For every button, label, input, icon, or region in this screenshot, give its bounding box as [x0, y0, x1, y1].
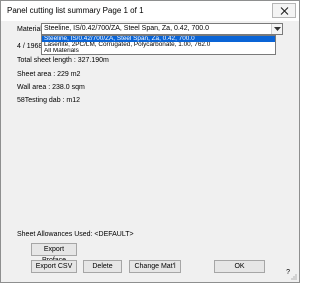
window-title: Panel cutting list summary Page 1 of 1	[7, 6, 144, 15]
testing-value: 58Testing dab : m12	[17, 97, 81, 104]
sheet-area: Sheet area : 229 m2	[17, 71, 81, 78]
resize-grip-icon[interactable]	[291, 274, 297, 280]
help-icon[interactable]: ?	[286, 269, 290, 276]
title-bar: Panel cutting list summary Page 1 of 1	[1, 1, 299, 21]
export-proface-button[interactable]: Export Proface	[31, 243, 77, 264]
wall-area: Wall area : 238.0 sqm	[17, 84, 85, 91]
dropdown-option[interactable]: All Materials	[42, 48, 275, 54]
sheet-allowances-text: Sheet Allowances Used: <DEFAULT>	[17, 231, 134, 238]
change-material-button[interactable]: Change Mat'l	[129, 260, 181, 273]
close-button[interactable]	[272, 3, 296, 18]
material-label: Material	[17, 26, 42, 33]
panel-cutting-dialog: Panel cutting list summary Page 1 of 1 M…	[0, 0, 300, 283]
close-icon	[280, 7, 289, 15]
total-sheet-length: Total sheet length : 327.190m	[17, 57, 109, 64]
material-selected-value: Steeline, IS/0.42/700/ZA, Steel Span, Za…	[44, 25, 209, 32]
dropdown-button[interactable]	[271, 24, 282, 34]
export-csv-button[interactable]: Export CSV	[31, 260, 77, 273]
chevron-down-icon	[274, 27, 281, 31]
material-dropdown-list[interactable]: Steeline, IS/0.42/700/ZA, Steel Span, Za…	[41, 35, 276, 55]
delete-button[interactable]: Delete	[83, 260, 122, 273]
material-select[interactable]: Steeline, IS/0.42/700/ZA, Steel Span, Za…	[41, 23, 283, 35]
ok-button[interactable]: OK	[214, 260, 265, 273]
